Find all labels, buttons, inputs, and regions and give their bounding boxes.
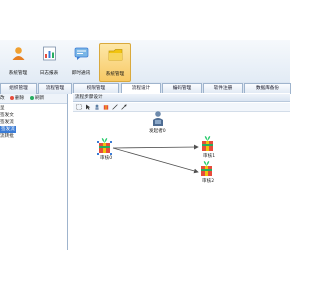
tree-item[interactable]: 签发文 xyxy=(0,112,14,119)
folder-icon xyxy=(108,49,123,61)
delete-icon xyxy=(10,95,14,100)
process-designer: 流程步骤设计 发起者0 审核0 审核1 审核2 xyxy=(72,93,290,250)
tree-item-selected[interactable]: 签发流 xyxy=(0,126,16,133)
edge-a0-a1[interactable] xyxy=(112,144,199,150)
task-node-a1[interactable]: 审核1 xyxy=(202,136,215,159)
toolbar-button-label: 即时通讯 xyxy=(71,71,91,76)
tree-item[interactable]: 流转批 xyxy=(0,133,14,140)
gift-icon xyxy=(201,161,212,176)
node-label: 审核0 xyxy=(100,154,112,161)
delete-button-label: 删除 xyxy=(15,96,25,101)
toolbar-button-instant-messaging[interactable]: 即时通讯 xyxy=(66,43,96,80)
user-icon xyxy=(12,47,25,60)
task-node-a0[interactable]: 审核0 xyxy=(97,138,112,161)
edit-button-label: 改 xyxy=(0,96,5,101)
tree-item[interactable]: 呈 xyxy=(0,105,5,112)
person-icon xyxy=(153,111,163,126)
edit-button[interactable]: 改 xyxy=(0,95,5,102)
main-toolbar: 系统管理 日志报表 即时通讯 系统管理 xyxy=(0,40,290,83)
designer-canvas[interactable]: 发起者0 审核0 审核1 审核2 xyxy=(72,93,290,250)
toolbar-button-label: 日志报表 xyxy=(39,71,59,76)
refresh-button[interactable]: 刷新 xyxy=(30,95,44,102)
toolbar-button-label: 系统管理 xyxy=(8,71,28,76)
tab-process-management[interactable]: 流程管理 xyxy=(38,83,72,94)
delete-button[interactable]: 删除 xyxy=(10,95,24,102)
app-window: 系统管理 日志报表 即时通讯 系统管理 组织管理 流程管理 权限管理 流程设计 … xyxy=(0,40,291,250)
toolbar-button-system-management-1[interactable]: 系统管理 xyxy=(3,43,33,80)
task-node-a2[interactable]: 审核2 xyxy=(201,161,214,184)
report-icon xyxy=(43,46,56,61)
start-node[interactable]: 发起者0 xyxy=(149,111,166,134)
gift-icon xyxy=(202,136,213,151)
gift-icon xyxy=(99,138,110,153)
toolbar-button-label: 系统管理 xyxy=(105,72,125,77)
tree-toolbar: 改 删除 刷新 xyxy=(0,94,67,104)
edge-a0-a2[interactable] xyxy=(112,147,199,174)
toolbar-button-system-management-2[interactable]: 系统管理 xyxy=(99,43,131,82)
node-label: 发起者0 xyxy=(149,127,166,134)
chat-icon xyxy=(74,47,89,60)
process-tree-panel: 改 删除 刷新 呈 签发文 签发流 签发流 流转批 xyxy=(0,94,68,250)
refresh-button-label: 刷新 xyxy=(35,96,45,101)
refresh-icon xyxy=(30,95,34,100)
node-label: 审核2 xyxy=(202,177,214,184)
tree-item[interactable]: 签发流 xyxy=(0,119,14,126)
tab-organization-management[interactable]: 组织管理 xyxy=(0,83,37,94)
toolbar-button-log-report[interactable]: 日志报表 xyxy=(34,43,64,80)
node-label: 审核1 xyxy=(203,152,215,159)
